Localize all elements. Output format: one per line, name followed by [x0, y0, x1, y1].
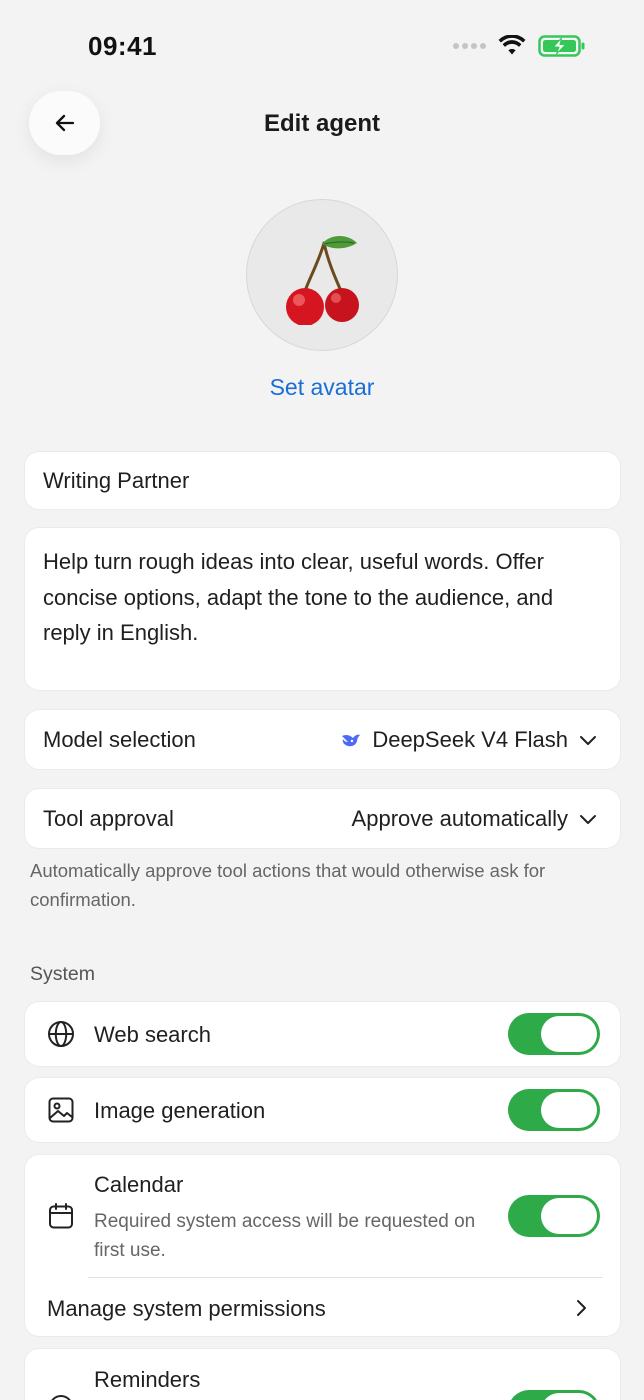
globe-icon: [48, 1021, 74, 1047]
agent-name-field[interactable]: Writing Partner: [25, 452, 620, 509]
agent-avatar[interactable]: [246, 199, 398, 351]
image-generation-row: Image generation: [25, 1078, 620, 1142]
model-selection-label: Model selection: [43, 727, 196, 752]
calendar-icon: [49, 1203, 73, 1229]
manage-system-permissions-link[interactable]: Manage system permissions: [47, 1296, 326, 1322]
image-generation-label: Image generation: [94, 1098, 266, 1123]
image-icon: [48, 1097, 74, 1123]
edit-agent-screen: 09:41 Edit agent Set avatar Writing Part…: [0, 0, 644, 1400]
calendar-label: Calendar: [94, 1172, 184, 1197]
tool-approval-helper: Automatically approve tool actions that …: [30, 860, 546, 910]
set-avatar-button[interactable]: Set avatar: [0, 374, 644, 401]
model-selection-value: DeepSeek V4 Flash: [340, 727, 568, 753]
cellular-signal-icon: [453, 43, 486, 49]
tool-approval-value: Approve automatically: [351, 806, 568, 831]
status-time: 09:41: [88, 31, 157, 61]
reminders-icon: [51, 1395, 71, 1400]
agent-name-value: Writing Partner: [43, 468, 190, 493]
divider: [88, 1277, 603, 1278]
agent-description-value: Help turn rough ideas into clear, useful…: [43, 549, 554, 645]
calendar-subtitle: Required system access will be requested…: [94, 1211, 476, 1261]
reminders-toggle[interactable]: [508, 1390, 600, 1400]
page-title: Edit agent: [263, 110, 380, 137]
deepseek-whale-icon: [342, 734, 361, 747]
chevron-down-icon: [580, 736, 596, 745]
wifi-icon: [498, 35, 526, 55]
model-selection-row[interactable]: Model selection DeepSeek V4 Flash: [25, 710, 620, 769]
battery-charging-icon: [538, 35, 585, 57]
status-bar: 09:41: [0, 0, 644, 90]
calendar-row: Calendar Required system access will be …: [25, 1155, 620, 1336]
tool-approval-row[interactable]: Tool approval Approve automatically: [25, 789, 620, 848]
calendar-toggle[interactable]: [508, 1195, 600, 1237]
reminders-label: Reminders: [94, 1367, 201, 1392]
tool-approval-label: Tool approval: [43, 806, 174, 831]
model-name: DeepSeek V4 Flash: [372, 727, 568, 752]
reminders-row: Reminders: [25, 1349, 620, 1400]
web-search-toggle[interactable]: [508, 1013, 600, 1055]
cherries-icon: [286, 235, 359, 325]
web-search-label: Web search: [94, 1022, 211, 1047]
image-generation-toggle[interactable]: [508, 1089, 600, 1131]
status-icons: [453, 35, 586, 57]
chevron-right-icon: [577, 1300, 586, 1316]
agent-description-field[interactable]: Help turn rough ideas into clear, useful…: [25, 528, 620, 690]
section-title-system: System: [30, 963, 96, 985]
web-search-row: Web search: [25, 1002, 620, 1066]
chevron-down-icon: [580, 815, 596, 824]
